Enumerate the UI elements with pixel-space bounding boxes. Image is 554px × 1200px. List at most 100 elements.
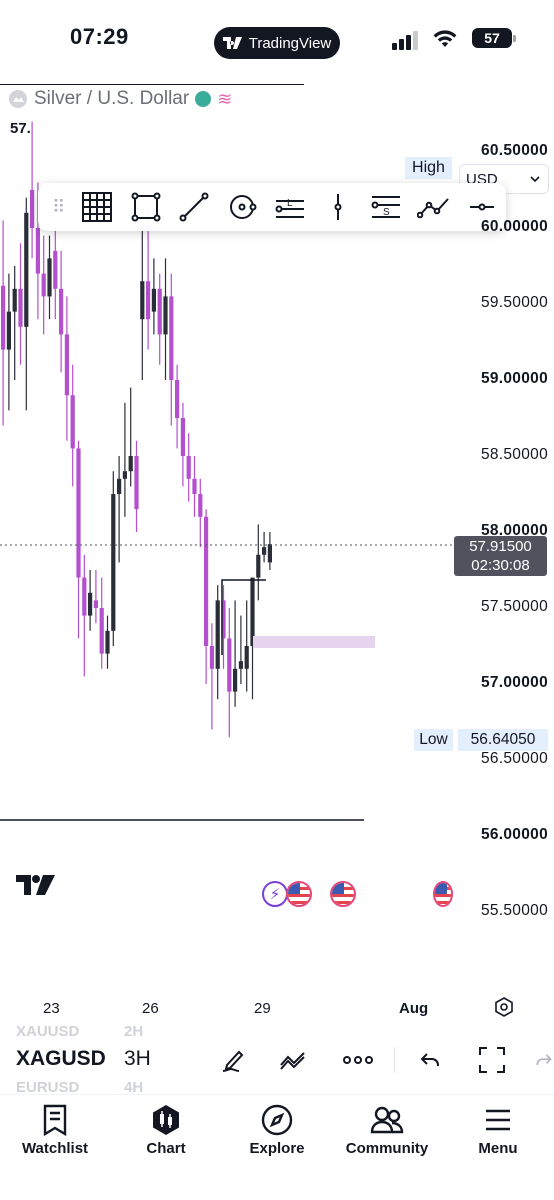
tab-explore[interactable]: Explore <box>222 1103 332 1157</box>
tool-short-position[interactable]: S <box>362 187 410 227</box>
candle <box>93 570 98 624</box>
tool-circle[interactable] <box>218 187 266 227</box>
long-position-icon: L <box>275 198 304 218</box>
candle-body <box>209 646 214 669</box>
candle <box>209 623 214 730</box>
drag-handle-icon[interactable]: ⠿ <box>44 192 73 222</box>
time-label: 29 <box>254 1000 271 1017</box>
tool-long-position[interactable]: L <box>266 187 314 227</box>
tradingview-pill[interactable]: TradingView <box>214 27 340 59</box>
chart-settings-hexagon-icon[interactable] <box>494 997 514 1017</box>
menu-icon <box>486 1109 510 1131</box>
redo-icon <box>536 1054 552 1065</box>
candle-body <box>82 577 87 616</box>
candle <box>163 258 168 380</box>
candle <box>24 197 29 411</box>
price-tick: 55.50000 <box>480 902 548 919</box>
time-label: 23 <box>43 1000 60 1017</box>
candle-body <box>175 380 180 418</box>
last-price-value: 57.91500 <box>469 538 532 555</box>
candle <box>47 235 52 320</box>
more-dots-icon <box>343 1056 373 1064</box>
tool-path[interactable] <box>410 187 458 227</box>
candle <box>53 228 58 320</box>
tab-community[interactable]: Community <box>332 1103 442 1157</box>
candle-body <box>256 554 261 578</box>
candle-body <box>157 288 162 335</box>
indicators-button[interactable] <box>276 1042 312 1078</box>
more-options-button[interactable] <box>340 1042 376 1078</box>
candle <box>186 433 191 502</box>
tab-watchlist[interactable]: Watchlist <box>0 1103 110 1157</box>
candle <box>70 364 75 487</box>
candle-body <box>12 288 17 312</box>
tool-trend-line[interactable] <box>170 187 218 227</box>
time-axis[interactable]: 23 26 29 Aug <box>0 1000 554 1020</box>
community-icon <box>370 1106 404 1134</box>
tab-label: Chart <box>146 1140 186 1157</box>
rectangle-icon <box>131 192 161 222</box>
undo-icon <box>420 1053 439 1066</box>
undo-button[interactable] <box>412 1042 448 1078</box>
candle-body <box>244 646 249 669</box>
tab-chart[interactable]: Chart <box>111 1103 221 1157</box>
candle <box>122 402 127 517</box>
price-tick: 56.00000 <box>480 826 548 843</box>
tab-label: Community <box>345 1140 429 1157</box>
time-label: Aug <box>399 1000 429 1017</box>
tool-grid[interactable] <box>73 187 121 227</box>
chart-area[interactable]: Silver / U.S. Dollar ≋ 57. High USD ⠿ L … <box>0 80 554 940</box>
tradingview-watermark-icon[interactable] <box>16 874 56 896</box>
price-tick: 60.50000 <box>480 142 548 159</box>
interval-selector[interactable]: 3H <box>124 1047 151 1071</box>
battery-level: 57 <box>484 30 500 46</box>
candle <box>41 235 46 335</box>
candle <box>227 608 232 738</box>
symbol-header-line <box>0 84 304 85</box>
wave-icon: ≋ <box>217 88 233 109</box>
us-flag-event-icon[interactable] <box>286 881 312 907</box>
tool-rectangle[interactable] <box>121 187 169 227</box>
us-flag-event-icon[interactable] <box>330 881 356 907</box>
candle <box>59 250 64 373</box>
pen-icon <box>222 1050 244 1072</box>
symbol-logo-icon <box>9 90 27 108</box>
signal-icon <box>392 31 418 50</box>
price-tick: 59.50000 <box>480 294 548 311</box>
prev-symbol: XAUUSD <box>16 1023 80 1040</box>
tool-vertical-line[interactable] <box>314 187 362 227</box>
candle-body <box>93 600 98 608</box>
candle-body <box>215 600 220 669</box>
low-badge: Low <box>414 729 453 751</box>
drawing-tools-button[interactable] <box>216 1042 252 1078</box>
drawing-toolbar[interactable]: ⠿ L S <box>38 183 506 231</box>
svg-text:L: L <box>287 198 293 209</box>
low-value: 56.64050 <box>458 729 548 751</box>
trend-line-icon <box>179 192 209 222</box>
redo-button[interactable] <box>534 1042 554 1078</box>
us-flag-event-icon[interactable] <box>433 881 453 907</box>
symbol-legend[interactable]: Silver / U.S. Dollar ≋ <box>8 88 232 110</box>
candle-body <box>35 228 40 274</box>
candle-body <box>146 281 151 320</box>
price-tick: 57.00000 <box>480 674 548 691</box>
candle <box>175 364 180 449</box>
wifi-icon <box>433 30 457 47</box>
watchlist-icon <box>43 1104 67 1136</box>
candle-body <box>111 494 116 631</box>
fullscreen-button[interactable] <box>474 1042 510 1078</box>
indicators-icon <box>280 1052 305 1070</box>
candle <box>111 471 116 646</box>
price-scale[interactable]: 60.50000 60.00000 59.50000 59.00000 58.50000… <box>455 80 554 940</box>
candle <box>192 456 197 517</box>
candle <box>267 532 272 570</box>
candle-body <box>59 288 64 335</box>
candle-body <box>140 281 145 320</box>
event-bolt-icon[interactable]: ⚡ <box>262 881 288 907</box>
candle-body <box>1 285 6 350</box>
tab-label: Menu <box>478 1140 518 1157</box>
candle <box>128 387 133 487</box>
short-position-icon: S <box>371 196 400 218</box>
symbol-selector[interactable]: XAGUSD <box>16 1047 106 1071</box>
tab-menu[interactable]: Menu <box>443 1103 553 1157</box>
